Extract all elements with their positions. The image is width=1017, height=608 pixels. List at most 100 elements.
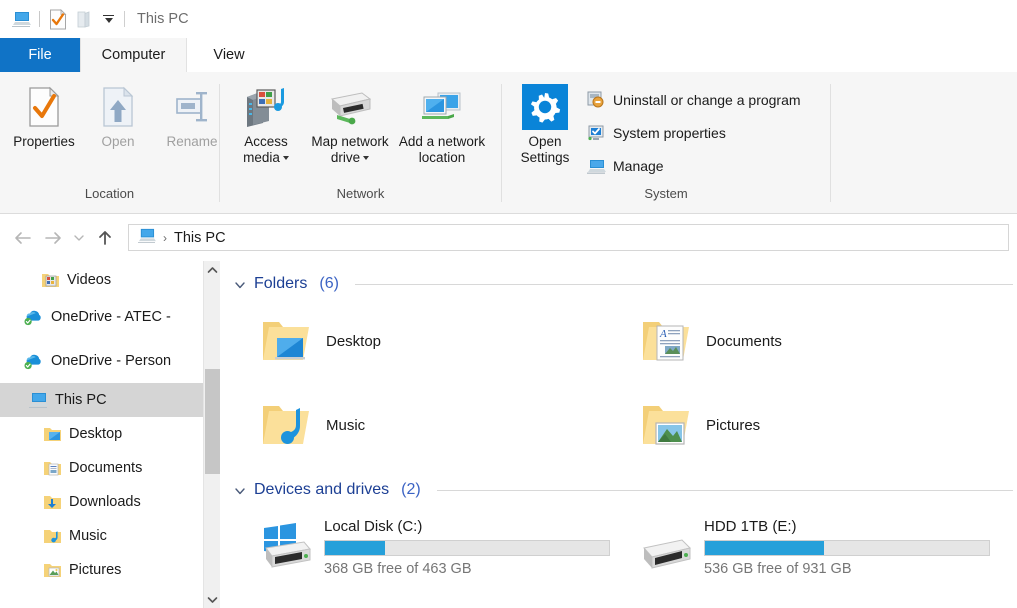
open-settings-button-label: Open Settings: [520, 134, 570, 165]
properties-button-label: Properties: [13, 134, 75, 149]
sidebar-item-onedrive-atec[interactable]: OneDrive - ATEC -: [0, 295, 220, 339]
chevron-down-icon: [282, 156, 289, 161]
videos-folder-icon: [40, 270, 60, 290]
manage-label: Manage: [613, 158, 664, 174]
scroll-down-arrow-icon[interactable]: [204, 591, 220, 608]
location-group-body: Properties Open Rename: [0, 72, 219, 186]
address-input[interactable]: › This PC: [128, 224, 1009, 251]
map-network-drive-button[interactable]: Map network drive: [306, 80, 394, 166]
open-icon: [101, 84, 135, 130]
section-count: (6): [319, 275, 339, 292]
drive-capacity-bar: [704, 539, 990, 556]
sidebar-item-music[interactable]: Music: [0, 519, 220, 553]
drive-hdd-1tb-e[interactable]: HDD 1TB (E:) 536 GB free of 931 GB: [614, 505, 994, 589]
ribbon-tabstrip: File Computer View: [0, 38, 1017, 72]
drive-info: HDD 1TB (E:) 536 GB free of 931 GB: [704, 518, 990, 577]
breadcrumb[interactable]: This PC: [174, 230, 226, 246]
tab-file[interactable]: File: [0, 38, 80, 72]
drive-label: HDD 1TB (E:): [704, 517, 797, 535]
access-media-button-label: Access media: [229, 134, 303, 166]
folder-desktop[interactable]: Desktop: [234, 299, 614, 383]
sidebar-item-label: Videos: [67, 272, 112, 288]
sidebar-item-label: Pictures: [69, 562, 122, 578]
new-folder-icon[interactable]: [71, 6, 97, 32]
drive-free-space: 536 GB free of 931 GB: [704, 560, 852, 577]
uninstall-program-label: Uninstall or change a program: [613, 92, 801, 108]
section-header-devices-and-drives[interactable]: Devices and drives (2): [234, 475, 1017, 505]
rename-icon: [172, 84, 212, 130]
breadcrumb-separator[interactable]: ›: [163, 231, 167, 245]
sidebar-item-onedrive-personal[interactable]: OneDrive - Person: [0, 339, 220, 383]
this-pc-icon[interactable]: [8, 6, 34, 32]
map-network-drive-text: Map network drive: [311, 134, 389, 165]
scrollbar-thumb[interactable]: [205, 369, 220, 474]
open-settings-button[interactable]: Open Settings: [514, 80, 576, 166]
tabstrip-filler: [271, 38, 1017, 72]
sidebar-item-videos[interactable]: Videos: [0, 265, 220, 295]
chevron-down-icon: [104, 18, 113, 24]
folders-grid: Desktop A Documents Music Pictures: [234, 299, 1017, 467]
section-rule: [436, 489, 1013, 491]
drive-free-space: 368 GB free of 463 GB: [324, 560, 472, 577]
sidebar-item-downloads[interactable]: Downloads: [0, 485, 220, 519]
folder-label: Music: [326, 416, 366, 434]
qat-dd-bar: [103, 14, 114, 17]
back-button[interactable]: [8, 223, 38, 253]
add-a-network-location-button[interactable]: Add a network location: [398, 80, 486, 166]
music-folder-icon: [42, 526, 62, 546]
tab-view[interactable]: View: [187, 38, 271, 72]
manage-button[interactable]: Manage: [584, 152, 801, 180]
documents-folder-icon: A: [638, 313, 694, 369]
file-explorer-window: This PC File Computer View Properties Op…: [0, 0, 1017, 608]
properties-icon[interactable]: [45, 6, 71, 32]
network-group-label: Network: [336, 186, 385, 201]
forward-button[interactable]: [38, 223, 68, 253]
sidebar-item-this-pc[interactable]: This PC: [0, 383, 220, 417]
desktop-folder-icon: [42, 424, 62, 444]
chevron-down-icon[interactable]: [234, 278, 246, 290]
section-header-folders[interactable]: Folders (6): [234, 269, 1017, 299]
drive-local-disk-c[interactable]: Local Disk (C:) 368 GB free of 463 GB: [234, 505, 614, 589]
sidebar-item-documents[interactable]: Documents: [0, 451, 220, 485]
ribbon: Properties Open Rename Location Access m…: [0, 72, 1017, 214]
drive-info: Local Disk (C:) 368 GB free of 463 GB: [324, 518, 610, 577]
navigation-pane-scrollbar[interactable]: [203, 261, 220, 608]
system-properties-icon: [586, 123, 606, 143]
desktop-folder-icon: [258, 313, 314, 369]
rename-button-label: Rename: [166, 134, 218, 149]
folder-music[interactable]: Music: [234, 383, 614, 467]
tab-computer[interactable]: Computer: [80, 38, 187, 72]
drive-capacity-fill: [705, 540, 825, 555]
properties-button[interactable]: Properties: [8, 80, 80, 150]
recent-locations-button[interactable]: [68, 223, 90, 253]
sidebar-item-desktop[interactable]: Desktop: [0, 417, 220, 451]
uninstall-or-change-a-program-button[interactable]: Uninstall or change a program: [584, 86, 801, 114]
system-properties-button[interactable]: System properties: [584, 119, 801, 147]
downloads-folder-icon: [42, 492, 62, 512]
folder-pictures[interactable]: Pictures: [614, 383, 994, 467]
section-title: Devices and drives: [254, 481, 390, 498]
access-media-icon: [243, 84, 289, 130]
pictures-folder-icon: [42, 560, 62, 580]
scroll-up-arrow-icon[interactable]: [204, 261, 220, 278]
sidebar-item-pictures[interactable]: Pictures: [0, 553, 220, 587]
access-media-button[interactable]: Access media: [230, 80, 302, 166]
properties-icon: [27, 84, 61, 130]
sidebar-item-label: Desktop: [69, 426, 123, 442]
customize-quick-access-toolbar-icon[interactable]: [103, 14, 114, 24]
system-properties-label: System properties: [613, 125, 726, 141]
uninstall-program-icon: [586, 90, 606, 110]
rename-button: Rename: [156, 80, 228, 150]
chevron-down-icon[interactable]: [234, 484, 246, 496]
folder-documents[interactable]: A Documents: [614, 299, 994, 383]
sidebar-item-label: This PC: [55, 392, 107, 408]
network-group-body: Access media Map network drive Add a net…: [220, 72, 501, 186]
hdd-drive-icon: [638, 521, 694, 573]
address-bar: › This PC: [0, 214, 1017, 261]
sidebar-item-label: OneDrive - Person: [51, 353, 172, 369]
sidebar-item-label: Music: [69, 528, 107, 544]
drive-capacity-fill: [325, 540, 385, 555]
up-button[interactable]: [90, 223, 120, 253]
music-folder-icon: [258, 397, 314, 453]
pictures-folder-icon: [638, 397, 694, 453]
